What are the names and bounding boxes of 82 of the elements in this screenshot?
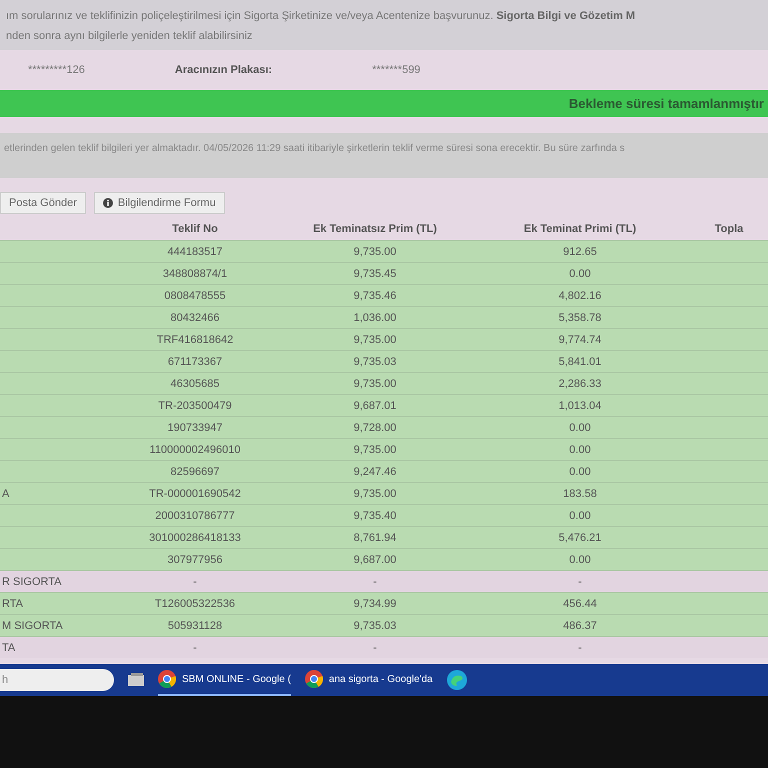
offer-number-cell: TR-203500479 [158, 400, 232, 412]
extra-premium-cell: 5,841.01 [558, 356, 602, 368]
browser-wave-icon[interactable] [446, 670, 467, 690]
premium-cell: 9,735.00 [354, 488, 396, 500]
company-cell: M SIGORTA [2, 620, 63, 632]
column-header: Topla [714, 223, 744, 235]
offer-number-cell: 2000310786777 [155, 510, 235, 522]
premium-cell: 9,735.00 [354, 378, 396, 390]
extra-premium-cell: 9,774.74 [558, 334, 602, 346]
offer-number-cell: 190733947 [167, 422, 223, 434]
premium-cell: 9,734.99 [354, 598, 396, 610]
column-header: Ek Teminat Primi (TL) [522, 223, 638, 235]
premium-cell: 1,036.00 [354, 312, 396, 324]
premium-cell: 8,761.94 [354, 532, 396, 544]
offer-number-cell: 0808478555 [164, 290, 226, 302]
extra-premium-cell: 0.00 [569, 268, 591, 280]
offer-number-cell: - [193, 642, 197, 654]
offer-number-cell: 348808874/1 [162, 268, 228, 280]
browser-icon [158, 670, 176, 688]
extra-premium-cell: - [578, 642, 582, 654]
extra-premium-cell: - [578, 576, 582, 588]
extra-premium-cell: 0.00 [569, 444, 591, 456]
premium-cell: 9,735.00 [354, 334, 396, 346]
offer-number-cell: - [193, 576, 197, 588]
extra-premium-cell: 5,476.21 [558, 532, 602, 544]
premium-cell: 9,687.01 [354, 400, 396, 412]
notice-text: ım sorularınız ve teklifinizin poliçeleştirilmesi için Sigorta Şirketinize ve/veya Acentenize başvurunuz. Sigorta Bilgi ve Gözetim M [6, 10, 636, 22]
premium-cell: 9,735.46 [354, 290, 396, 302]
extra-premium-cell: 0.00 [569, 510, 591, 522]
plate-value: *******599 [372, 64, 420, 76]
search-field[interactable]: h [0, 669, 114, 691]
offer-number-cell: 671173367 [168, 356, 222, 368]
task-view-icon[interactable] [128, 673, 144, 687]
extra-premium-cell: 0.00 [569, 466, 591, 478]
offer-number-cell: 444183517 [167, 246, 223, 258]
info-icon [102, 198, 113, 208]
extra-premium-cell: 0.00 [569, 422, 591, 434]
extra-premium-cell: 2,286.33 [558, 378, 602, 390]
premium-cell: 9,735.03 [354, 620, 396, 632]
extra-premium-cell: 0.00 [569, 554, 591, 566]
premium-cell: - [373, 576, 377, 588]
company-cell: TA [2, 642, 16, 654]
extra-premium-cell: 183.58 [563, 488, 597, 500]
premium-cell: - [373, 642, 377, 654]
offer-number-cell: 46305685 [170, 378, 220, 390]
offer-number-cell: 307977956 [167, 554, 223, 566]
extra-premium-cell: 1,013.04 [558, 400, 602, 412]
extra-premium-cell: 456.44 [563, 598, 597, 610]
offer-number-cell: 110000002496010 [150, 444, 240, 456]
browser-icon [304, 670, 323, 688]
premium-cell: 9,728.00 [354, 422, 396, 434]
status-banner: Bekleme süresi tamamlanmıştır [0, 90, 768, 117]
extra-premium-cell: 912.65 [563, 246, 597, 258]
plate-label: Aracınızın Plakası: [174, 64, 272, 76]
offer-number-cell: 505931128 [168, 620, 222, 632]
premium-cell: 9,735.40 [354, 510, 396, 522]
offer-number-cell: TRF416818642 [156, 334, 234, 346]
offer-number-cell: TR-000001690542 [149, 488, 241, 500]
company-cell: A [2, 488, 10, 500]
info-form-button[interactable]: Bilgilendirme Formu [94, 192, 225, 214]
premium-cell: 9,735.45 [354, 268, 396, 280]
notice-text: nden sonra aynı bilgilerle yeniden teklif alabilirsiniz [6, 30, 254, 42]
offer-number-cell: 80432466 [170, 312, 220, 324]
column-header: Ek Teminatsız Prim (TL) [312, 223, 438, 235]
offer-number-cell: T126005322536 [154, 598, 236, 610]
email-button[interactable]: Posta Gönder [0, 192, 86, 214]
premium-cell: 9,735.00 [354, 246, 396, 258]
column-header: Teklif No [171, 223, 219, 235]
masked-id: *********126 [28, 64, 85, 76]
extra-premium-cell: 5,358.78 [558, 312, 602, 324]
offer-number-cell: 301000286418133 [149, 532, 241, 544]
premium-cell: 9,247.46 [354, 466, 396, 478]
info-message: etlerinden gelen teklif bilgileri yer almaktadır. 04/05/2026 11:29 saati itibariyle şirketlerin teklif verme süresi sona erecektir. Bu süre zarfında s [0, 133, 768, 178]
extra-premium-cell: 486.37 [563, 620, 597, 632]
taskbar-item[interactable]: ana sigorta - Google'da [304, 664, 433, 696]
premium-cell: 9,687.00 [354, 554, 396, 566]
extra-premium-cell: 4,802.16 [558, 290, 602, 302]
company-cell: R SIGORTA [2, 576, 62, 588]
premium-cell: 9,735.03 [354, 356, 396, 368]
premium-cell: 9,735.00 [354, 444, 396, 456]
company-cell: RTA [2, 598, 23, 610]
offer-number-cell: 82596697 [170, 466, 220, 478]
